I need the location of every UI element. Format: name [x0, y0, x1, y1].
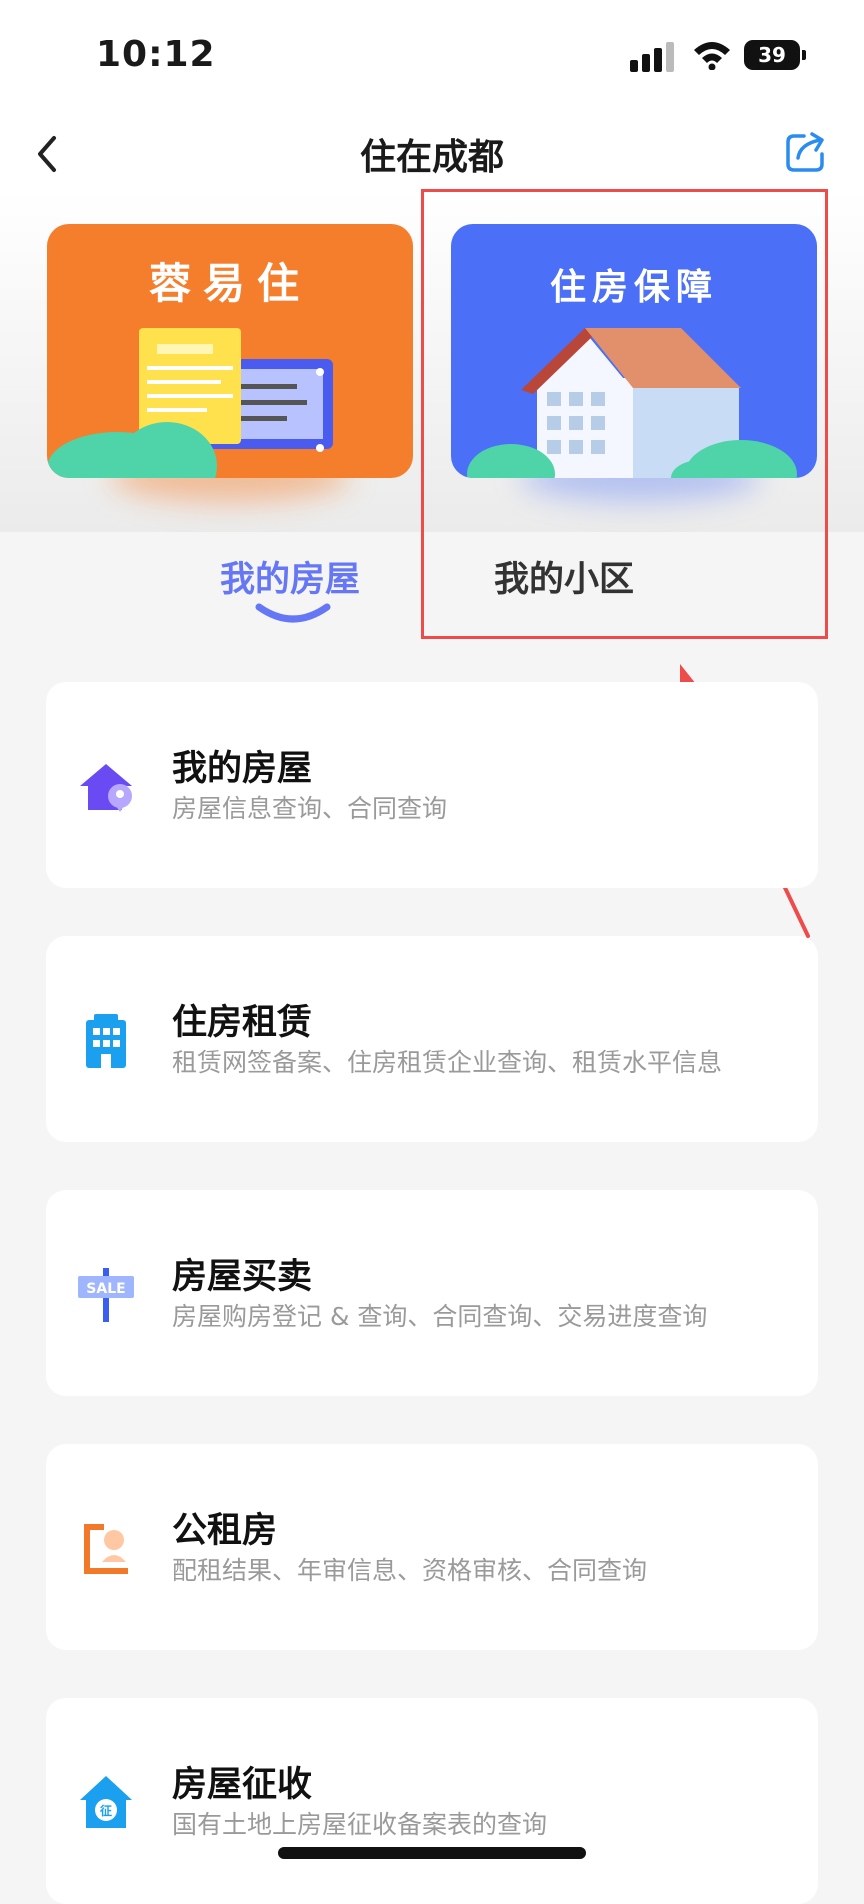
card-title: 房屋买卖 [172, 1257, 313, 1297]
building-icon [86, 1014, 126, 1068]
public-housing-icon [84, 1524, 128, 1574]
banner-title: 蓉易住 [148, 259, 311, 308]
card-subtitle: 配租结果、年审信息、资格审核、合同查询 [172, 1556, 648, 1585]
share-icon[interactable] [784, 130, 828, 174]
svg-text:征: 征 [100, 1803, 112, 1818]
card-title: 我的房屋 [172, 749, 313, 789]
card-subtitle: 房屋购房登记 & 查询、合同查询、交易进度查询 [172, 1302, 708, 1331]
annotation-highlight-box [421, 189, 828, 639]
battery-indicator: 39 [744, 40, 800, 70]
sale-sign-icon: SALE [78, 1268, 134, 1322]
card-title: 住房租赁 [172, 1003, 313, 1043]
card-housing-rental[interactable]: 住房租赁 租赁网签备案、住房租赁企业查询、租赁水平信息 [46, 936, 818, 1142]
battery-tip [802, 50, 806, 60]
rongyizhu-banner[interactable]: 蓉易住 [47, 224, 413, 478]
page-title: 住在成都 [359, 137, 504, 178]
card-subtitle: 国有土地上房屋征收备案表的查询 [172, 1810, 548, 1839]
wifi-icon [694, 42, 730, 70]
house-location-icon [80, 764, 132, 812]
card-house-trading[interactable]: SALE 房屋买卖 房屋购房登记 & 查询、合同查询、交易进度查询 [46, 1190, 818, 1396]
nav-bar: 住在成都 [0, 110, 864, 196]
home-indicator[interactable] [278, 1847, 586, 1859]
card-subtitle: 房屋信息查询、合同查询 [172, 794, 448, 823]
card-subtitle: 租赁网签备案、住房租赁企业查询、租赁水平信息 [172, 1048, 723, 1077]
card-title: 公租房 [172, 1511, 278, 1551]
card-my-house[interactable]: 我的房屋 房屋信息查询、合同查询 [46, 682, 818, 888]
card-title: 房屋征收 [172, 1765, 313, 1805]
active-tab-indicator [255, 603, 331, 623]
svg-text:SALE: SALE [86, 1281, 125, 1297]
cellular-signal-icon [630, 40, 676, 72]
tab-my-house[interactable]: 我的房屋 [220, 551, 360, 602]
card-house-expropriation[interactable]: 征 房屋征收 国有土地上房屋征收备案表的查询 [46, 1698, 818, 1904]
status-bar: 10:12 39 [0, 0, 864, 110]
expropriation-house-icon: 征 [80, 1776, 132, 1828]
status-time: 10:12 [96, 34, 216, 75]
card-public-rental[interactable]: 公租房 配租结果、年审信息、资格审核、合同查询 [46, 1444, 818, 1650]
